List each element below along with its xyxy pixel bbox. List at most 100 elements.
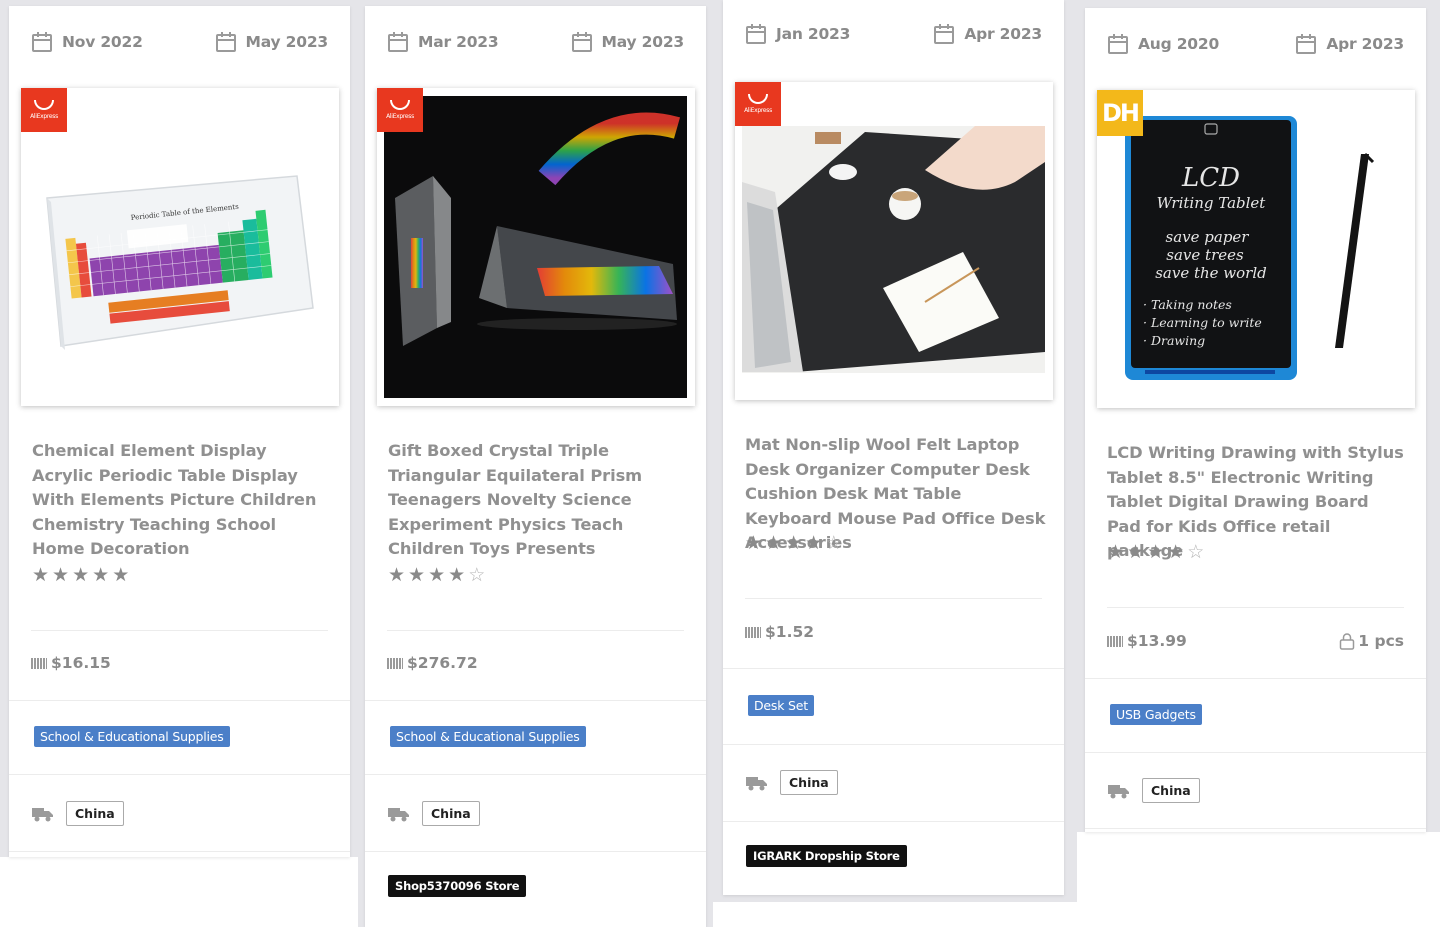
divider [1085, 752, 1426, 753]
divider [9, 851, 350, 852]
aliexpress-logo: AliExpress [377, 88, 423, 132]
calendar-icon [32, 32, 52, 52]
star-icon: ★ [805, 532, 823, 554]
product-card[interactable]: Aug 2020 Apr 2023 DH LCD Writing Tablet … [1085, 8, 1426, 832]
store-badge[interactable]: Shop5370096 Store [388, 875, 527, 897]
start-date-text: Aug 2020 [1138, 35, 1220, 53]
calendar-icon [1296, 34, 1317, 54]
divider [723, 744, 1064, 745]
end-date-text: May 2023 [245, 33, 329, 51]
product-image[interactable]: DH LCD Writing Tablet save paper save tr… [1097, 90, 1415, 408]
end-date-text: Apr 2023 [964, 25, 1042, 43]
svg-text:Writing Tablet: Writing Tablet [1157, 194, 1267, 212]
star-icon: ★ [745, 532, 763, 554]
star-icon: ★ [785, 532, 803, 554]
star-icon: ★ [388, 564, 406, 586]
calendar-icon [215, 32, 236, 52]
periodic-table-picture: Periodic Table of the Elements [46, 175, 314, 350]
date-range: Nov 2022 May 2023 [9, 30, 350, 54]
divider [1085, 828, 1426, 829]
date-range: Aug 2020 Apr 2023 [1085, 32, 1426, 56]
product-card[interactable]: Jan 2023 Apr 2023 AliExpress Mat Non-sli… [723, 0, 1064, 895]
rating-stars: ★ ★ ★ ★ ★ [32, 566, 129, 585]
barcode-icon [387, 657, 403, 669]
product-title[interactable]: Chemical Element Display Acrylic Periodi… [32, 439, 332, 562]
aliexpress-logo: AliExpress [21, 88, 67, 132]
price-row: $13.99 1 pcs [1107, 632, 1404, 650]
star-icon: ★ [72, 564, 90, 586]
divider [387, 630, 684, 631]
ship-from-badge: China [1142, 778, 1200, 803]
star-empty-icon: ☆ [825, 532, 843, 554]
start-date-text: Mar 2023 [418, 33, 499, 51]
category-tag[interactable]: Desk Set [748, 695, 814, 716]
date-range: Jan 2023 Apr 2023 [723, 22, 1064, 46]
star-icon: ★ [1167, 541, 1185, 563]
star-icon: ★ [765, 532, 783, 554]
svg-text:save trees: save trees [1166, 246, 1244, 264]
price: $1.52 [765, 623, 815, 641]
desk-mat-picture [742, 126, 1045, 373]
product-card[interactable]: Nov 2022 May 2023 AliExpress Periodic Ta… [9, 6, 350, 857]
product-image[interactable]: AliExpress [735, 82, 1053, 400]
lock-icon [1340, 632, 1355, 650]
ship-from-badge: China [66, 801, 124, 826]
product-image[interactable]: AliExpress Periodic Table of the Element… [21, 88, 339, 406]
rating-stars: ★ ★ ★ ★ ☆ [745, 534, 842, 553]
star-icon: ★ [1127, 541, 1145, 563]
shipping-info: China [746, 770, 838, 795]
category-tag[interactable]: School & Educational Supplies [34, 726, 230, 747]
divider [1085, 678, 1426, 679]
divider [365, 774, 706, 775]
calendar-icon [388, 32, 408, 52]
star-icon: ★ [52, 564, 70, 586]
star-icon: ★ [1107, 541, 1125, 563]
start-date: Nov 2022 [31, 30, 143, 54]
barcode-icon [31, 657, 47, 669]
lcd-tablet-picture: LCD Writing Tablet save paper save trees… [1125, 116, 1375, 380]
calendar-icon [934, 24, 955, 44]
price-row: $276.72 [387, 654, 684, 672]
end-date: May 2023 [571, 30, 684, 54]
rating-stars: ★ ★ ★ ★ ☆ [1107, 543, 1204, 562]
start-date-text: Nov 2022 [62, 33, 143, 51]
truck-icon [1108, 784, 1129, 798]
date-range: Mar 2023 May 2023 [365, 30, 706, 54]
divider [1107, 607, 1404, 608]
calendar-icon [746, 24, 766, 44]
store-badge[interactable]: IGRARK Dropship Store [746, 845, 907, 867]
category-tag[interactable]: USB Gadgets [1110, 704, 1202, 725]
truck-icon [32, 807, 53, 821]
divider [9, 700, 350, 701]
product-image[interactable]: AliExpress [377, 88, 695, 406]
divider [745, 598, 1042, 599]
end-date-text: Apr 2023 [1326, 35, 1404, 53]
price: $16.15 [51, 654, 111, 672]
divider [723, 821, 1064, 822]
svg-text:· Drawing: · Drawing [1143, 333, 1205, 348]
category-tag[interactable]: School & Educational Supplies [390, 726, 586, 747]
end-date: Apr 2023 [933, 22, 1042, 46]
price: $276.72 [407, 654, 478, 672]
star-icon: ★ [92, 564, 110, 586]
divider [31, 630, 328, 631]
dhgate-logo: DH [1097, 90, 1143, 136]
product-title[interactable]: Gift Boxed Crystal Triple Triangular Equ… [388, 439, 690, 562]
svg-text:LCD: LCD [1181, 163, 1240, 193]
end-date: Apr 2023 [1295, 32, 1404, 56]
barcode-icon [745, 626, 761, 638]
start-date: Mar 2023 [387, 30, 499, 54]
start-date-text: Jan 2023 [776, 25, 851, 43]
aliexpress-logo: AliExpress [735, 82, 781, 126]
star-icon: ★ [408, 564, 426, 586]
quantity: 1 pcs [1358, 632, 1404, 650]
truck-icon [746, 776, 767, 790]
ship-from-badge: China [780, 770, 838, 795]
divider [9, 774, 350, 775]
shipping-info: China [32, 801, 124, 826]
product-card[interactable]: Mar 2023 May 2023 AliExpress Gift Boxed … [365, 6, 706, 927]
star-icon: ★ [448, 564, 466, 586]
shipping-info: China [388, 801, 480, 826]
end-date-text: May 2023 [601, 33, 685, 51]
star-empty-icon: ☆ [1187, 541, 1205, 563]
